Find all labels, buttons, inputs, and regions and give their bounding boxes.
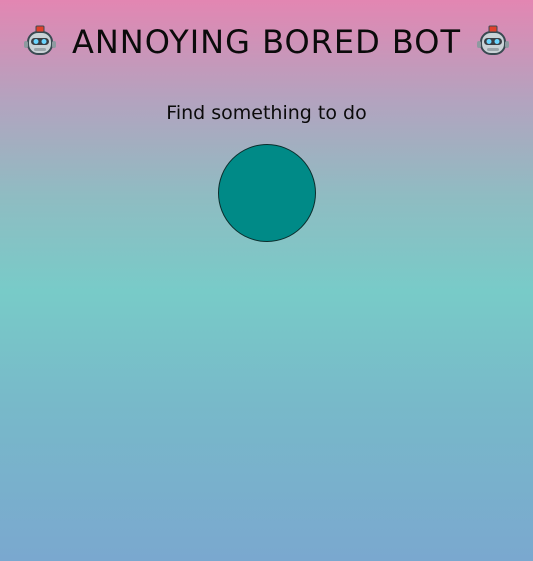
subtitle: Find something to do <box>166 102 367 124</box>
robot-icon <box>475 24 511 60</box>
robot-icon <box>22 24 58 60</box>
header: ANNOYING BORED BOT <box>0 22 533 62</box>
page-title: ANNOYING BORED BOT <box>71 23 462 61</box>
find-activity-button[interactable] <box>218 144 316 242</box>
